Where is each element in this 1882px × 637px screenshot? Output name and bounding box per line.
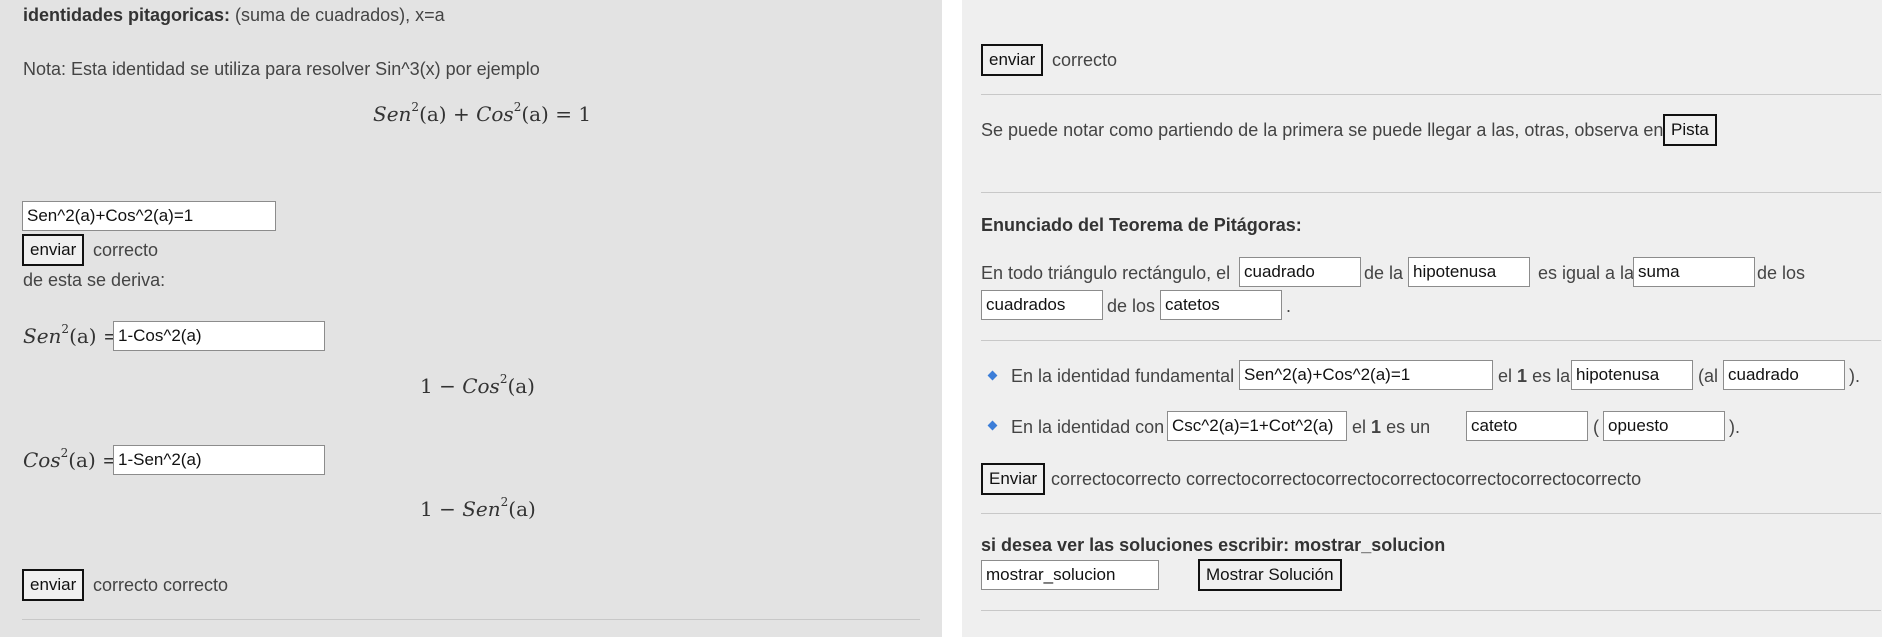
divider	[981, 192, 1881, 193]
bullet2-text-2: el 1 es un	[1352, 417, 1430, 438]
formula-fn-sen: Sen	[373, 102, 412, 126]
theorem-title: Enunciado del Teorema de Pitágoras:	[981, 215, 1302, 235]
divider	[981, 610, 1881, 611]
formula-arg: (a) = 1	[521, 102, 592, 126]
formula-exp: 2	[500, 495, 509, 510]
sen-label: Sen2(a) =	[23, 322, 120, 348]
formula-arg: (a) +	[419, 102, 477, 126]
theorem-text-2: de la	[1364, 263, 1404, 283]
bullet1-identity-input[interactable]	[1239, 360, 1493, 390]
formula-exp: 2	[411, 100, 420, 115]
bullet1-one: 1	[1517, 366, 1528, 386]
send-button-top[interactable]: enviar	[981, 44, 1044, 76]
send-button-2[interactable]: enviar	[22, 569, 85, 601]
bullet2-esun: es un	[1386, 417, 1431, 437]
bullet1-text-3: (al	[1698, 366, 1719, 386]
solution-prompt: si desea ver las soluciones escribir: mo…	[981, 535, 1446, 555]
formula-exp: 2	[499, 372, 508, 387]
formula-arg: (a)	[69, 324, 97, 348]
bullet1-text-2: el 1 es la	[1498, 366, 1570, 387]
bullet1-text-1: En la identidad fundamental	[1011, 366, 1235, 386]
theorem-text-1: En todo triángulo rectángulo, el	[981, 263, 1231, 283]
bullet2-text-1: En la identidad con	[1011, 417, 1165, 437]
note-text: Se puede notar como partiendo de la prim…	[981, 120, 1669, 140]
cos-result-formula: 1 − Sen2(a)	[420, 495, 536, 521]
theorem-input-5[interactable]	[1160, 290, 1282, 320]
enviar-button[interactable]: Enviar	[981, 463, 1046, 495]
theorem-input-3[interactable]	[1633, 257, 1755, 287]
identity-input[interactable]	[22, 201, 276, 231]
bullet2-one: 1	[1371, 417, 1382, 437]
formula-prefix: 1 −	[420, 497, 463, 521]
section-heading: identidades pitagoricas: (suma de cuadra…	[23, 5, 445, 26]
bullet1-esla: es la	[1532, 366, 1571, 386]
main-identity-formula: Sen2(a) + Cos2(a) = 1	[373, 100, 592, 126]
theorem-input-2[interactable]	[1408, 257, 1530, 287]
formula-fn: Cos	[462, 374, 500, 398]
divider	[981, 513, 1881, 514]
formula-fn: Sen	[462, 497, 501, 521]
formula-arg: (a)	[508, 497, 536, 521]
status-text-bottom: correctocorrecto correctocorrectocorrect…	[1051, 469, 1642, 489]
bullet2-text-4: ).	[1729, 417, 1740, 437]
theorem-text-6: .	[1286, 296, 1292, 316]
bullet1-el: el	[1498, 366, 1513, 386]
cos-squared-input[interactable]	[113, 445, 325, 475]
sen-squared-input[interactable]	[113, 321, 325, 351]
theorem-text-3: es igual a la	[1538, 263, 1635, 283]
formula-exp: 2	[513, 100, 522, 115]
bullet-diamond-icon	[987, 370, 998, 381]
heading-title: identidades pitagoricas:	[23, 5, 231, 25]
heading-subtitle: (suma de cuadrados), x=a	[230, 5, 445, 25]
divider	[981, 94, 1881, 95]
right-panel: enviar correcto Se puede notar como part…	[962, 0, 1882, 637]
formula-arg: (a)	[507, 374, 535, 398]
bullet2-text-3: (	[1593, 417, 1599, 437]
bullet1-text-4: ).	[1849, 366, 1860, 386]
theorem-text-4: de los	[1757, 263, 1806, 283]
formula-exp: 2	[61, 322, 70, 337]
status-text-top: correcto	[1052, 50, 1118, 70]
formula-arg: (a)	[68, 448, 96, 472]
theorem-text-5: de los	[1107, 296, 1156, 316]
theorem-input-4[interactable]	[981, 290, 1103, 320]
bullet2-cateto-input[interactable]	[1466, 411, 1588, 441]
formula-fn: Sen	[23, 324, 62, 348]
formula-prefix: 1 −	[420, 374, 463, 398]
formula-exp: 2	[60, 446, 69, 461]
status-text-2: correcto correcto	[93, 575, 229, 595]
hint-button[interactable]: Pista	[1663, 114, 1717, 146]
theorem-input-1[interactable]	[1239, 257, 1361, 287]
formula-fn: Cos	[23, 448, 61, 472]
divider	[22, 619, 920, 620]
formula-fn-cos: Cos	[476, 102, 514, 126]
show-solution-button[interactable]: Mostrar Solución	[1198, 559, 1342, 591]
solution-input[interactable]	[981, 560, 1159, 590]
derive-text: de esta se deriva:	[23, 270, 166, 290]
left-panel: identidades pitagoricas: (suma de cuadra…	[0, 0, 942, 637]
bullet-diamond-icon	[987, 420, 998, 431]
bullet2-el: el	[1352, 417, 1367, 437]
bullet1-cuadrado-input[interactable]	[1723, 360, 1845, 390]
status-text-1: correcto	[93, 240, 159, 260]
sen-result-formula: 1 − Cos2(a)	[420, 372, 535, 398]
note-text: Nota: Esta identidad se utiliza para res…	[23, 59, 540, 79]
cos-label: Cos2(a) =	[23, 446, 119, 472]
bullet2-identity-input[interactable]	[1167, 411, 1347, 441]
bullet2-opuesto-input[interactable]	[1603, 411, 1725, 441]
send-button-1[interactable]: enviar	[22, 234, 85, 266]
divider	[981, 340, 1881, 341]
bullet1-hipotenusa-input[interactable]	[1571, 360, 1693, 390]
